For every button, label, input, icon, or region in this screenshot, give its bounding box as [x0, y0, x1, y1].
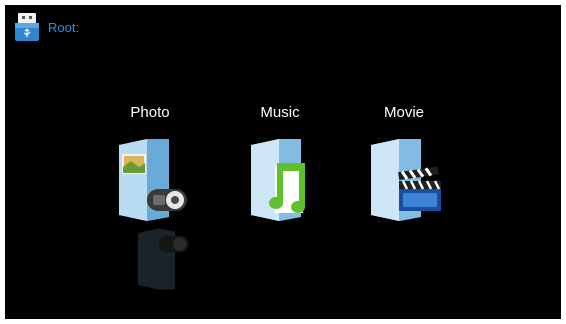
movie-item[interactable]: Movie — [349, 103, 459, 223]
music-folder-icon — [251, 139, 305, 221]
movie-label: Movie — [383, 104, 424, 121]
photo-item[interactable]: Photo — [95, 103, 205, 223]
root-header: Root: — [14, 12, 79, 42]
usb-drive-icon[interactable] — [14, 12, 40, 42]
photo-folder-icon — [119, 139, 187, 221]
photo-label: Photo — [130, 104, 170, 121]
root-path-label: Root: — [48, 19, 80, 35]
movie-folder-icon — [371, 139, 441, 221]
music-item[interactable]: Music — [225, 103, 335, 223]
photo-reflection-icon — [137, 228, 189, 290]
photo-icon-reflection — [113, 227, 209, 291]
music-label: Music — [260, 104, 300, 121]
media-browser-screen: Root: Photo Music Movie — [5, 5, 561, 319]
